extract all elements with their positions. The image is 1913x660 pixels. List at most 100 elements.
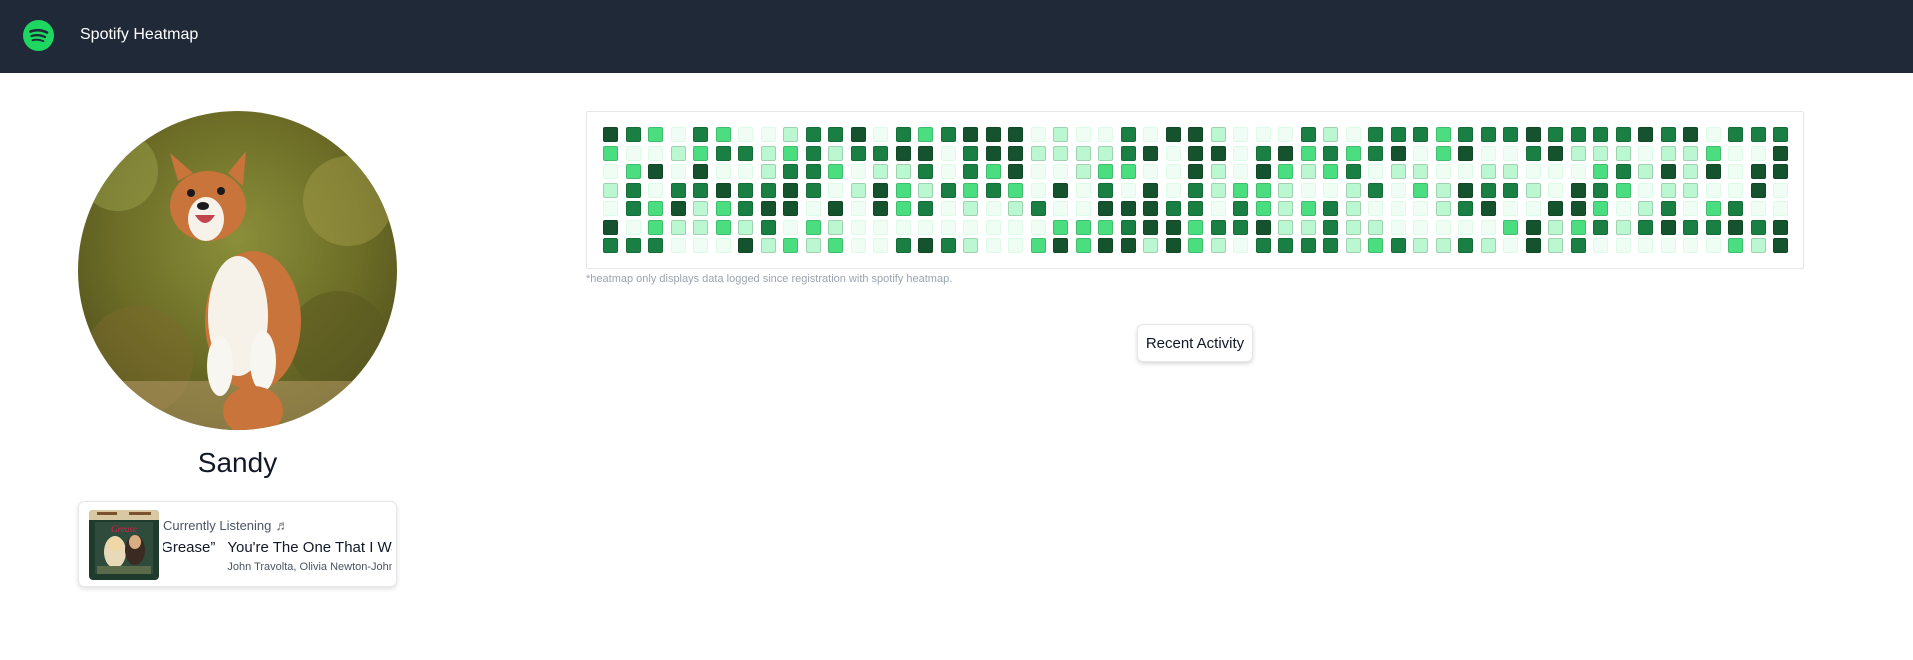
heatmap-cell[interactable] bbox=[1773, 201, 1788, 216]
heatmap-cell[interactable] bbox=[1255, 182, 1271, 198]
heatmap-cell[interactable] bbox=[1638, 145, 1653, 161]
heatmap-cell[interactable] bbox=[693, 219, 708, 235]
heatmap-cell[interactable] bbox=[1503, 201, 1518, 216]
heatmap-cell[interactable] bbox=[1053, 145, 1068, 161]
heatmap-cell[interactable] bbox=[1255, 145, 1271, 161]
heatmap-cell[interactable] bbox=[1458, 238, 1473, 253]
heatmap-cell[interactable] bbox=[1593, 238, 1608, 253]
heatmap-cell[interactable] bbox=[918, 182, 933, 198]
heatmap-cell[interactable] bbox=[1345, 145, 1361, 161]
heatmap-cell[interactable] bbox=[1525, 219, 1541, 235]
heatmap-cell[interactable] bbox=[985, 238, 1001, 253]
heatmap-cell[interactable] bbox=[760, 182, 776, 198]
heatmap-cell[interactable] bbox=[1458, 182, 1473, 198]
heatmap-cell[interactable] bbox=[1683, 238, 1698, 253]
heatmap-cell[interactable] bbox=[715, 127, 731, 142]
heatmap-cell[interactable] bbox=[760, 164, 776, 179]
heatmap-cell[interactable] bbox=[1413, 238, 1428, 253]
heatmap-cell[interactable] bbox=[963, 201, 978, 216]
heatmap-cell[interactable] bbox=[985, 127, 1001, 142]
heatmap-cell[interactable] bbox=[963, 182, 978, 198]
heatmap-cell[interactable] bbox=[895, 182, 911, 198]
heatmap-cell[interactable] bbox=[1750, 238, 1766, 253]
heatmap-cell[interactable] bbox=[1368, 201, 1383, 216]
heatmap-cell[interactable] bbox=[963, 219, 978, 235]
heatmap-cell[interactable] bbox=[985, 145, 1001, 161]
heatmap-cell[interactable] bbox=[1480, 182, 1496, 198]
heatmap-cell[interactable] bbox=[1525, 127, 1541, 142]
heatmap-cell[interactable] bbox=[1638, 164, 1653, 179]
heatmap-cell[interactable] bbox=[1435, 127, 1451, 142]
heatmap-cell[interactable] bbox=[1683, 201, 1698, 216]
heatmap-cell[interactable] bbox=[1278, 145, 1293, 161]
heatmap-cell[interactable] bbox=[1593, 219, 1608, 235]
heatmap-cell[interactable] bbox=[895, 145, 911, 161]
heatmap-cell[interactable] bbox=[1165, 145, 1181, 161]
heatmap-cell[interactable] bbox=[1345, 164, 1361, 179]
heatmap-cell[interactable] bbox=[1413, 219, 1428, 235]
heatmap-cell[interactable] bbox=[1525, 238, 1541, 253]
heatmap-cell[interactable] bbox=[1075, 164, 1091, 179]
heatmap-cell[interactable] bbox=[603, 182, 618, 198]
heatmap-cell[interactable] bbox=[783, 164, 798, 179]
heatmap-cell[interactable] bbox=[648, 182, 663, 198]
heatmap-cell[interactable] bbox=[738, 238, 753, 253]
heatmap-cell[interactable] bbox=[1120, 127, 1136, 142]
heatmap-cell[interactable] bbox=[1638, 219, 1653, 235]
heatmap-cell[interactable] bbox=[1255, 164, 1271, 179]
heatmap-cell[interactable] bbox=[1458, 164, 1473, 179]
heatmap-cell[interactable] bbox=[918, 145, 933, 161]
heatmap-cell[interactable] bbox=[1120, 164, 1136, 179]
heatmap-cell[interactable] bbox=[1480, 127, 1496, 142]
heatmap-cell[interactable] bbox=[603, 145, 618, 161]
heatmap-cell[interactable] bbox=[1323, 164, 1338, 179]
heatmap-cell[interactable] bbox=[1278, 238, 1293, 253]
heatmap-cell[interactable] bbox=[1705, 127, 1721, 142]
heatmap-cell[interactable] bbox=[1705, 182, 1721, 198]
heatmap-cell[interactable] bbox=[1165, 238, 1181, 253]
heatmap-cell[interactable] bbox=[1300, 182, 1316, 198]
heatmap-cell[interactable] bbox=[1323, 201, 1338, 216]
heatmap-cell[interactable] bbox=[1660, 145, 1676, 161]
heatmap-cell[interactable] bbox=[1120, 182, 1136, 198]
heatmap-cell[interactable] bbox=[783, 201, 798, 216]
heatmap-cell[interactable] bbox=[1300, 127, 1316, 142]
heatmap-cell[interactable] bbox=[1210, 145, 1226, 161]
heatmap-cell[interactable] bbox=[1660, 201, 1676, 216]
heatmap-cell[interactable] bbox=[1435, 164, 1451, 179]
heatmap-cell[interactable] bbox=[1210, 182, 1226, 198]
heatmap-cell[interactable] bbox=[1413, 164, 1428, 179]
heatmap-cell[interactable] bbox=[603, 238, 618, 253]
heatmap-cell[interactable] bbox=[1638, 201, 1653, 216]
heatmap-cell[interactable] bbox=[1480, 164, 1496, 179]
heatmap-cell[interactable] bbox=[1593, 145, 1608, 161]
heatmap-cell[interactable] bbox=[715, 238, 731, 253]
heatmap-cell[interactable] bbox=[1075, 219, 1091, 235]
spotify-logo-icon[interactable] bbox=[23, 20, 54, 51]
heatmap-cell[interactable] bbox=[625, 182, 641, 198]
heatmap-cell[interactable] bbox=[670, 201, 686, 216]
heatmap-cell[interactable] bbox=[738, 219, 753, 235]
heatmap-cell[interactable] bbox=[1413, 182, 1428, 198]
heatmap-cell[interactable] bbox=[1413, 145, 1428, 161]
heatmap-cell[interactable] bbox=[1705, 164, 1721, 179]
heatmap-cell[interactable] bbox=[1750, 201, 1766, 216]
heatmap-cell[interactable] bbox=[1165, 219, 1181, 235]
heatmap-cell[interactable] bbox=[1278, 219, 1293, 235]
heatmap-cell[interactable] bbox=[1188, 219, 1203, 235]
heatmap-cell[interactable] bbox=[738, 145, 753, 161]
heatmap-cell[interactable] bbox=[1143, 201, 1158, 216]
heatmap-cell[interactable] bbox=[1143, 164, 1158, 179]
heatmap-cell[interactable] bbox=[1368, 219, 1383, 235]
heatmap-cell[interactable] bbox=[625, 164, 641, 179]
heatmap-cell[interactable] bbox=[850, 219, 866, 235]
heatmap-cell[interactable] bbox=[1480, 201, 1496, 216]
heatmap-cell[interactable] bbox=[1165, 201, 1181, 216]
heatmap-cell[interactable] bbox=[1098, 219, 1113, 235]
heatmap-cell[interactable] bbox=[1008, 127, 1023, 142]
heatmap-cell[interactable] bbox=[1008, 219, 1023, 235]
heatmap-cell[interactable] bbox=[1548, 238, 1563, 253]
heatmap-cell[interactable] bbox=[648, 164, 663, 179]
heatmap-cell[interactable] bbox=[1233, 201, 1248, 216]
heatmap-cell[interactable] bbox=[1570, 238, 1586, 253]
